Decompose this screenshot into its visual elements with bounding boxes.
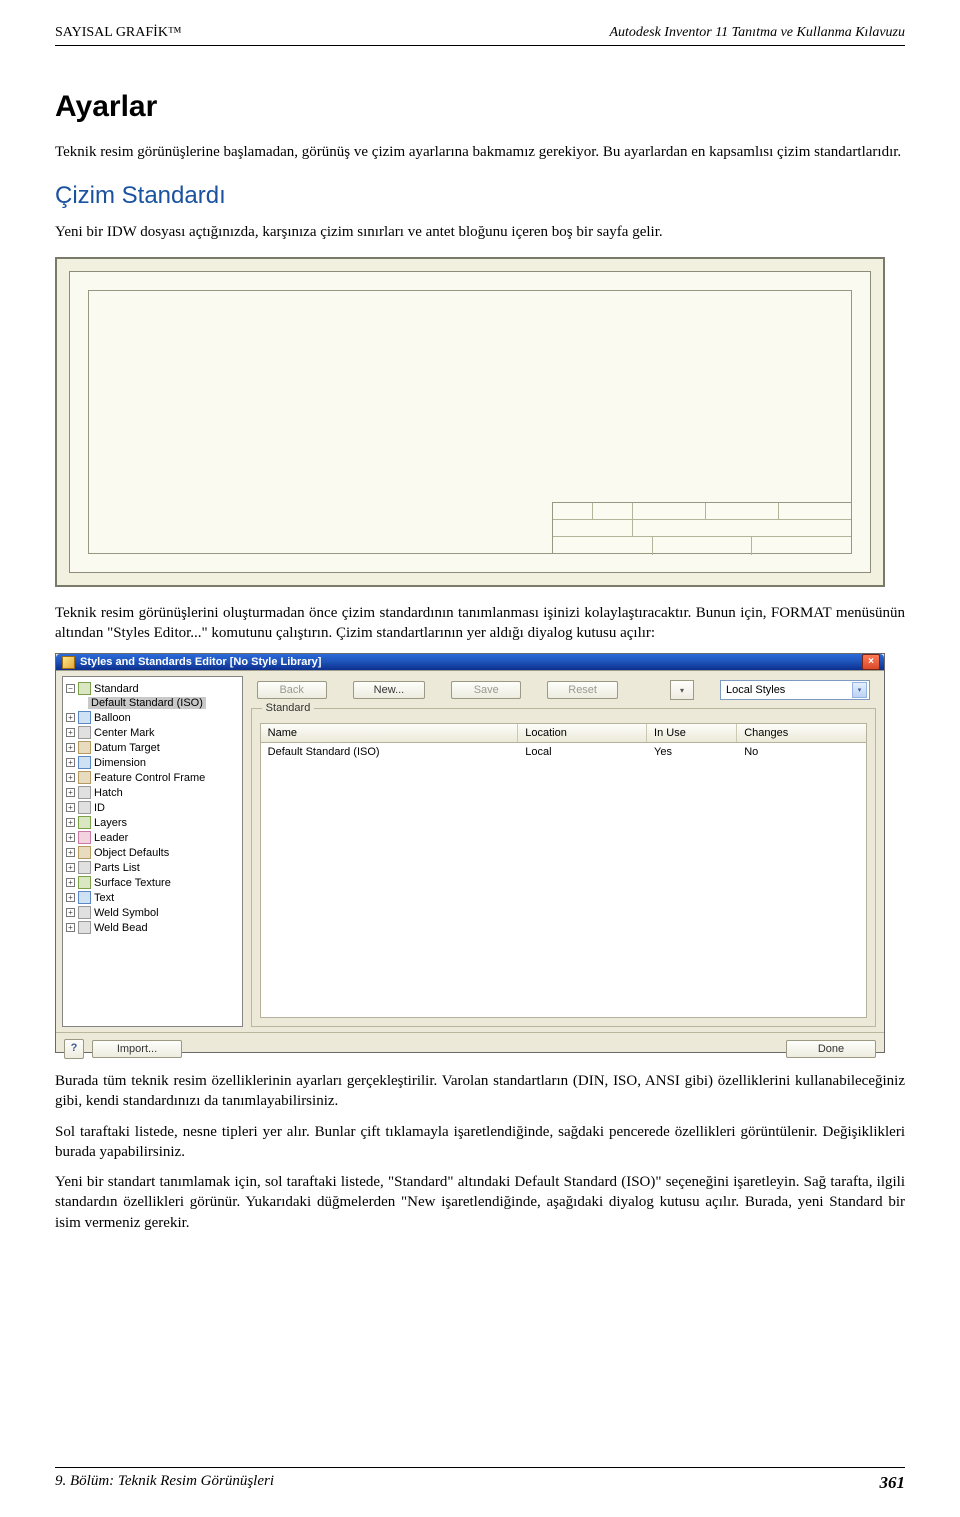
back-button[interactable]: Back bbox=[257, 681, 327, 699]
leader-icon bbox=[78, 831, 91, 844]
drawing-title-block bbox=[552, 502, 852, 554]
style-tree[interactable]: Standard Default Standard (ISO) Balloon … bbox=[62, 676, 243, 1027]
col-location[interactable]: Location bbox=[518, 724, 647, 742]
drawing-sheet-figure bbox=[55, 257, 885, 587]
expand-icon[interactable] bbox=[66, 684, 75, 693]
help-button[interactable]: ? bbox=[64, 1039, 84, 1059]
after-dialog-p3: Yeni bir standart tanımlamak için, sol t… bbox=[55, 1172, 905, 1233]
expand-icon[interactable] bbox=[66, 923, 75, 932]
new-button[interactable]: New... bbox=[353, 681, 426, 699]
filter-drop-button[interactable]: ▾ bbox=[670, 680, 694, 700]
footer-chapter: 9. Bölüm: Teknik Resim Görünüşleri bbox=[55, 1473, 274, 1493]
tree-node-datum-target[interactable]: Datum Target bbox=[66, 740, 239, 755]
tree-node-parts-list[interactable]: Parts List bbox=[66, 860, 239, 875]
intro-paragraph: Teknik resim görünüşlerine başlamadan, g… bbox=[55, 142, 905, 162]
dialog-toolbar: Back New... Save Reset ▾ Local Styles ▾ bbox=[249, 676, 878, 706]
expand-icon[interactable] bbox=[66, 773, 75, 782]
hatch-icon bbox=[78, 786, 91, 799]
tree-node-center-mark[interactable]: Center Mark bbox=[66, 725, 239, 740]
page-title: Ayarlar bbox=[55, 90, 905, 124]
expand-icon[interactable] bbox=[66, 863, 75, 872]
cell-location: Local bbox=[518, 743, 647, 761]
tree-node-weld-bead[interactable]: Weld Bead bbox=[66, 920, 239, 935]
tree-node-default-standard[interactable]: Default Standard (ISO) bbox=[88, 696, 239, 710]
balloon-icon bbox=[78, 711, 91, 724]
dialog-app-icon bbox=[62, 656, 75, 669]
col-in-use[interactable]: In Use bbox=[647, 724, 737, 742]
weld-symbol-icon bbox=[78, 906, 91, 919]
tree-node-weld-symbol[interactable]: Weld Symbol bbox=[66, 905, 239, 920]
expand-icon[interactable] bbox=[66, 803, 75, 812]
close-icon[interactable]: × bbox=[862, 654, 880, 670]
dialog-title-text: Styles and Standards Editor [No Style Li… bbox=[80, 656, 321, 668]
weld-bead-icon bbox=[78, 921, 91, 934]
expand-icon[interactable] bbox=[66, 758, 75, 767]
tree-node-object-defaults[interactable]: Object Defaults bbox=[66, 845, 239, 860]
expand-icon[interactable] bbox=[66, 833, 75, 842]
expand-icon[interactable] bbox=[66, 788, 75, 797]
expand-icon[interactable] bbox=[66, 893, 75, 902]
tree-node-balloon[interactable]: Balloon bbox=[66, 710, 239, 725]
folder-icon bbox=[78, 682, 91, 695]
object-defaults-icon bbox=[78, 846, 91, 859]
cell-changes: No bbox=[737, 743, 866, 761]
cell-name: Default Standard (ISO) bbox=[261, 743, 519, 761]
id-icon bbox=[78, 801, 91, 814]
tree-node-surface-texture[interactable]: Surface Texture bbox=[66, 875, 239, 890]
header-left: SAYISAL GRAFİK™ bbox=[55, 25, 182, 41]
tree-node-standard[interactable]: Standard bbox=[66, 681, 239, 696]
section-heading-cizim-standardi: Çizim Standardı bbox=[55, 182, 905, 210]
page-header: SAYISAL GRAFİK™ Autodesk Inventor 11 Tan… bbox=[55, 25, 905, 46]
dialog-content-pane: Back New... Save Reset ▾ Local Styles ▾ … bbox=[249, 676, 878, 1027]
col-changes[interactable]: Changes bbox=[737, 724, 866, 742]
dialog-footer: ? Import... Done bbox=[56, 1032, 884, 1065]
list-header: Name Location In Use Changes bbox=[260, 723, 867, 743]
layers-icon bbox=[78, 816, 91, 829]
expand-icon[interactable] bbox=[66, 848, 75, 857]
datum-target-icon bbox=[78, 741, 91, 754]
header-right: Autodesk Inventor 11 Tanıtma ve Kullanma… bbox=[609, 25, 905, 41]
col-name[interactable]: Name bbox=[261, 724, 519, 742]
tree-node-feature-control-frame[interactable]: Feature Control Frame bbox=[66, 770, 239, 785]
dimension-icon bbox=[78, 756, 91, 769]
style-filter-select[interactable]: Local Styles ▾ bbox=[720, 680, 870, 700]
footer-page-number: 361 bbox=[880, 1473, 906, 1493]
tree-node-hatch[interactable]: Hatch bbox=[66, 785, 239, 800]
done-button[interactable]: Done bbox=[786, 1040, 876, 1058]
group-caption: Standard bbox=[262, 702, 315, 714]
section1-paragraph2: Teknik resim görünüşlerini oluşturmadan … bbox=[55, 603, 905, 644]
expand-icon[interactable] bbox=[66, 908, 75, 917]
center-mark-icon bbox=[78, 726, 91, 739]
style-filter-value: Local Styles bbox=[726, 684, 785, 696]
tree-node-id[interactable]: ID bbox=[66, 800, 239, 815]
styles-editor-dialog: Styles and Standards Editor [No Style Li… bbox=[55, 653, 885, 1053]
save-button[interactable]: Save bbox=[451, 681, 521, 699]
tree-node-leader[interactable]: Leader bbox=[66, 830, 239, 845]
chevron-down-icon: ▾ bbox=[852, 682, 867, 698]
drawing-sheet-inner bbox=[69, 271, 871, 573]
import-button[interactable]: Import... bbox=[92, 1040, 182, 1058]
cell-in-use: Yes bbox=[647, 743, 737, 761]
expand-icon[interactable] bbox=[66, 818, 75, 827]
tree-node-layers[interactable]: Layers bbox=[66, 815, 239, 830]
list-body[interactable]: Default Standard (ISO) Local Yes No bbox=[260, 743, 867, 1018]
expand-icon[interactable] bbox=[66, 743, 75, 752]
page-footer: 9. Bölüm: Teknik Resim Görünüşleri 361 bbox=[55, 1467, 905, 1493]
fcf-icon bbox=[78, 771, 91, 784]
tree-node-text[interactable]: Text bbox=[66, 890, 239, 905]
reset-button[interactable]: Reset bbox=[547, 681, 618, 699]
expand-icon[interactable] bbox=[66, 728, 75, 737]
section1-paragraph1: Yeni bir IDW dosyası açtığınızda, karşın… bbox=[55, 222, 905, 242]
list-row[interactable]: Default Standard (ISO) Local Yes No bbox=[261, 743, 866, 761]
standard-group: Standard Name Location In Use Changes De… bbox=[251, 708, 876, 1027]
expand-icon[interactable] bbox=[66, 713, 75, 722]
after-dialog-p2: Sol taraftaki listede, nesne tipleri yer… bbox=[55, 1122, 905, 1163]
after-dialog-p1: Burada tüm teknik resim özelliklerinin a… bbox=[55, 1071, 905, 1112]
parts-list-icon bbox=[78, 861, 91, 874]
surface-texture-icon bbox=[78, 876, 91, 889]
tree-node-dimension[interactable]: Dimension bbox=[66, 755, 239, 770]
expand-icon[interactable] bbox=[66, 878, 75, 887]
text-icon bbox=[78, 891, 91, 904]
dialog-titlebar[interactable]: Styles and Standards Editor [No Style Li… bbox=[56, 654, 884, 670]
